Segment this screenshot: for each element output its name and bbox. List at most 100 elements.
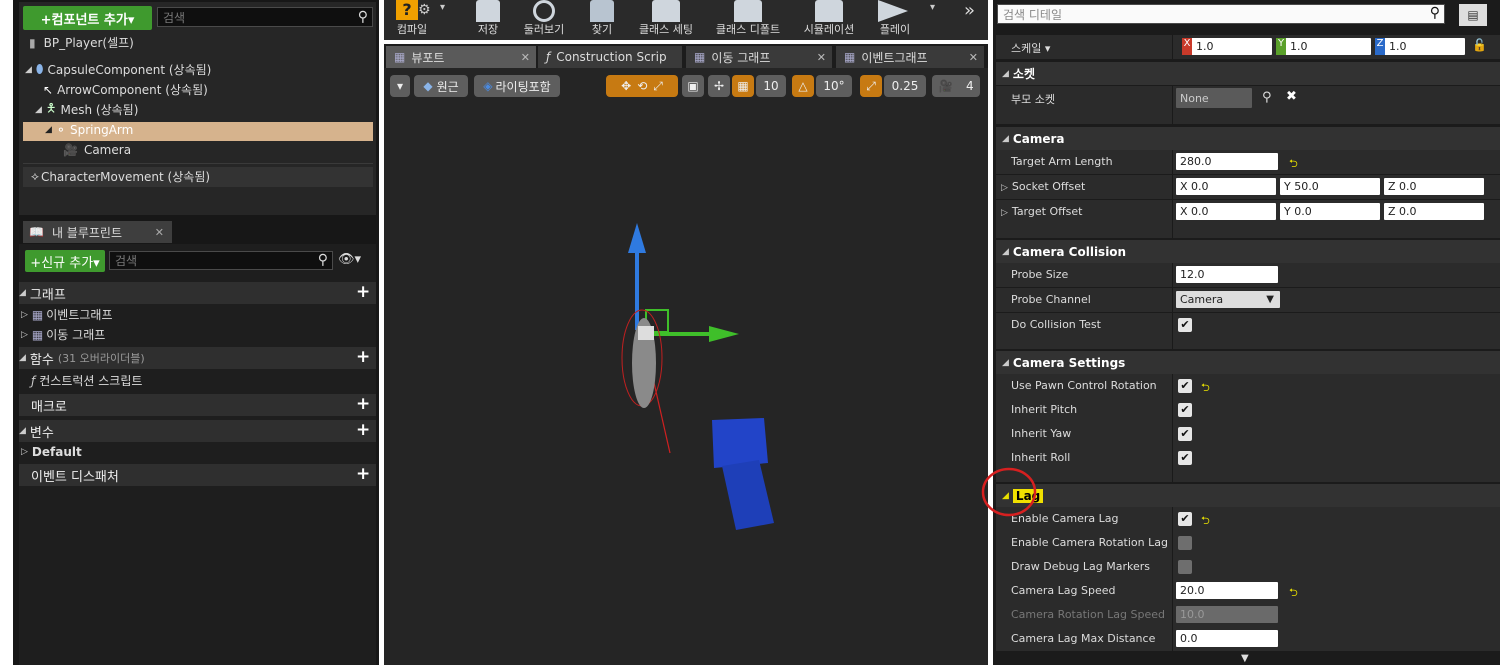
do-collision-test-checkbox[interactable]: ✔: [1178, 318, 1192, 332]
add-dispatcher-icon[interactable]: +: [356, 466, 370, 483]
item-default-category[interactable]: ▷ Default: [21, 442, 82, 461]
tab-move-graph[interactable]: ▦ 이동 그래프 ✕: [686, 46, 832, 68]
tab-event-graph[interactable]: ▦ 이벤트그래프 ✕: [836, 46, 984, 68]
socket-offset-x-field[interactable]: X 0.0: [1176, 178, 1276, 195]
lock-icon[interactable]: 🔓: [1472, 38, 1487, 52]
play-button[interactable]: 플레이: [870, 0, 920, 40]
toolbar-overflow-icon[interactable]: »: [964, 0, 975, 21]
scale-x-field[interactable]: X 1.0: [1182, 38, 1272, 55]
tab-my-blueprint[interactable]: 📖 내 블루프린트 ✕: [23, 221, 172, 243]
x-axis-tag: X: [1182, 38, 1192, 55]
toolbar-label: 둘러보기: [523, 23, 565, 36]
target-arm-length-field[interactable]: 280.0: [1176, 153, 1278, 170]
socket-offset-z-field[interactable]: Z 0.0: [1384, 178, 1484, 195]
inherit-yaw-checkbox[interactable]: ✔: [1178, 427, 1192, 441]
category-camera[interactable]: ◢ Camera: [996, 127, 1500, 150]
compile-button[interactable]: ? ⚙ 컴파일: [390, 0, 434, 40]
simulation-button[interactable]: 시뮬레이션: [798, 0, 860, 40]
probe-channel-row: Probe Channel Camera ▼: [996, 288, 1500, 312]
toolbar-label: 클래스 디폴트: [715, 23, 781, 36]
tab-viewport[interactable]: ▦ 뷰포트 ✕: [386, 46, 536, 68]
close-icon[interactable]: ✕: [521, 51, 530, 64]
column-divider: [1172, 35, 1173, 59]
tree-item-capsule[interactable]: ◢ ⬮ CapsuleComponent (상속됨): [25, 60, 211, 79]
scale-y-field[interactable]: Y 1.0: [1276, 38, 1371, 55]
item-event-graph[interactable]: ▷ ▦ 이벤트그래프: [21, 305, 113, 324]
section-macro[interactable]: 매크로 +: [19, 394, 376, 416]
reset-icon[interactable]: ⮌: [1201, 512, 1210, 531]
add-graph-icon[interactable]: +: [356, 284, 370, 301]
add-component-button[interactable]: +컴포넌트 추가▾: [23, 6, 152, 30]
probe-size-field[interactable]: 12.0: [1176, 266, 1278, 283]
field-value: 1.0: [1196, 40, 1214, 53]
reset-icon[interactable]: ⮌: [1289, 584, 1298, 603]
component-search-input[interactable]: 검색 ⚲: [157, 7, 373, 27]
search-icon[interactable]: ⚲: [1262, 90, 1272, 105]
advanced-expand-icon[interactable]: ▼: [1241, 653, 1249, 664]
draw-debug-lag-markers-checkbox[interactable]: [1178, 560, 1192, 574]
inherit-pitch-row: Inherit Pitch ✔: [996, 398, 1500, 422]
tab-construction-script[interactable]: ƒ Construction Scrip: [538, 46, 682, 68]
category-camera-settings[interactable]: ◢ Camera Settings: [996, 351, 1500, 374]
tab-label: 이벤트그래프: [861, 50, 928, 65]
tree-item-arrow[interactable]: ↖ ArrowComponent (상속됨): [43, 80, 208, 99]
close-icon[interactable]: ✕: [817, 51, 826, 64]
save-button[interactable]: 저장: [468, 0, 508, 40]
use-pawn-control-rotation-checkbox[interactable]: ✔: [1178, 379, 1192, 393]
clear-icon[interactable]: ✖: [1286, 89, 1297, 104]
category-camera-collision[interactable]: ◢ Camera Collision: [996, 240, 1500, 263]
component-root[interactable]: ▮ BP_Player(셀프): [29, 33, 134, 52]
socket-offset-y-field[interactable]: Y 50.0: [1280, 178, 1380, 195]
scale-z-field[interactable]: Z 1.0: [1375, 38, 1465, 55]
target-offset-z-field[interactable]: Z 0.0: [1384, 203, 1484, 220]
add-macro-icon[interactable]: +: [356, 396, 370, 413]
blueprint-search-input[interactable]: 검색 ⚲: [109, 251, 333, 270]
enable-camera-lag-checkbox[interactable]: ✔: [1178, 512, 1192, 526]
tree-item-springarm[interactable]: ◢ ⚬ SpringArm: [45, 120, 133, 139]
target-offset-x-field[interactable]: X 0.0: [1176, 203, 1276, 220]
add-function-icon[interactable]: +: [356, 349, 370, 366]
find-icon: [590, 0, 614, 22]
inherit-roll-checkbox[interactable]: ✔: [1178, 451, 1192, 465]
add-new-button[interactable]: +신규 추가▾: [25, 250, 105, 272]
section-variables[interactable]: ◢ 변수 +: [19, 420, 376, 442]
section-label: 매크로: [31, 399, 67, 415]
probe-channel-dropdown[interactable]: Camera ▼: [1176, 291, 1280, 308]
play-dropdown-icon[interactable]: ▾: [930, 2, 935, 13]
parent-socket-field[interactable]: None: [1176, 88, 1252, 108]
inherit-pitch-checkbox[interactable]: ✔: [1178, 403, 1192, 417]
class-defaults-button[interactable]: 클래스 디폴트: [710, 0, 786, 40]
field-value: 280.0: [1180, 155, 1212, 168]
camera-lag-max-distance-field[interactable]: 0.0: [1176, 630, 1278, 647]
camera-lag-speed-row: Camera Lag Speed 20.0 ⮌: [996, 579, 1500, 603]
add-variable-icon[interactable]: +: [356, 422, 370, 439]
category-lag[interactable]: ◢ Lag: [996, 484, 1500, 507]
reset-icon[interactable]: ⮌: [1289, 155, 1298, 174]
eye-icon[interactable]: 👁▾: [338, 252, 361, 267]
section-graph[interactable]: ◢ 그래프 +: [19, 282, 376, 304]
viewport[interactable]: ▾ ◆ 원근 ◈ 라이팅포함 ✥ ⟲ ⤢ ▣ ✢ ▦ 10 △ 10° ⤢ 0.…: [384, 68, 988, 665]
tab-label: 이동 그래프: [711, 50, 771, 65]
camera-rotation-lag-speed-field: 10.0: [1176, 606, 1278, 623]
close-icon[interactable]: ✕: [969, 51, 978, 64]
close-icon[interactable]: ✕: [155, 226, 164, 239]
find-button[interactable]: 찾기: [582, 0, 622, 40]
tree-item-camera[interactable]: 🎥 Camera: [63, 140, 131, 159]
tree-item-movement[interactable]: ⟡ CharacterMovement (상속됨): [31, 167, 210, 186]
target-offset-y-field[interactable]: Y 0.0: [1280, 203, 1380, 220]
category-socket[interactable]: ◢ 소켓: [996, 62, 1500, 85]
section-functions[interactable]: ◢ 함수 (31 오버라이더블) +: [19, 347, 376, 369]
property-label: Probe Size: [1011, 268, 1069, 281]
item-construction-script[interactable]: ƒ 컨스트럭션 스크립트: [31, 371, 142, 390]
enable-camera-rotation-lag-checkbox[interactable]: [1178, 536, 1192, 550]
class-settings-button[interactable]: 클래스 세팅: [634, 0, 698, 40]
item-move-graph[interactable]: ▷ ▦ 이동 그래프: [21, 325, 105, 344]
compile-dropdown-icon[interactable]: ▾: [440, 2, 445, 13]
section-event-dispatcher[interactable]: 이벤트 디스패처 +: [19, 464, 376, 486]
details-search-input[interactable]: 검색 디테일 ⚲: [997, 4, 1445, 24]
property-matrix-icon[interactable]: ▤: [1459, 4, 1487, 26]
tree-item-mesh[interactable]: ◢ 🯅 Mesh (상속됨): [35, 100, 138, 119]
browse-button[interactable]: 둘러보기: [516, 0, 572, 40]
reset-icon[interactable]: ⮌: [1201, 379, 1210, 398]
camera-lag-speed-field[interactable]: 20.0: [1176, 582, 1278, 599]
